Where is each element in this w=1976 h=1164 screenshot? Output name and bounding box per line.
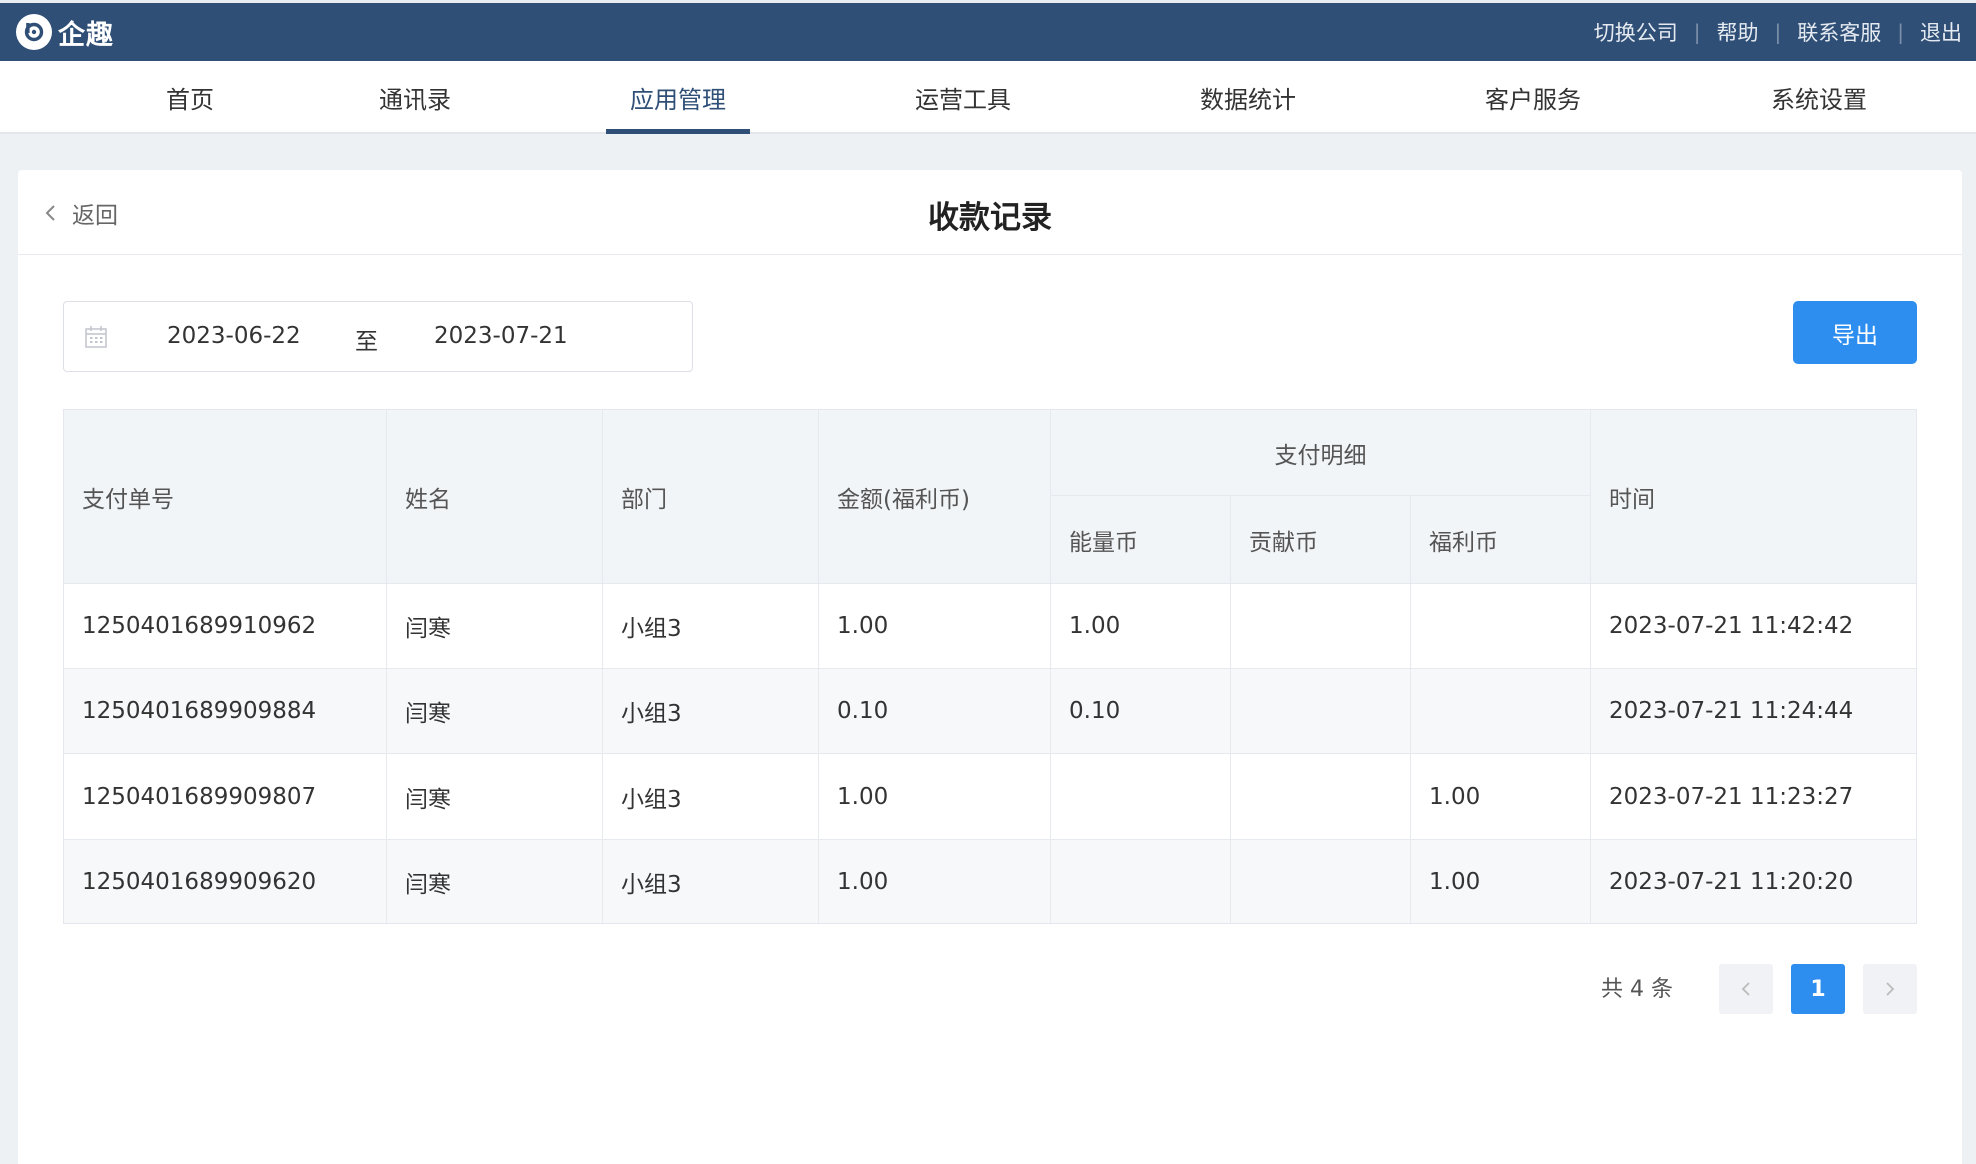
nav-item-app-management[interactable]: 应用管理 <box>606 61 750 134</box>
cell-energy-coin: 0.10 <box>1051 669 1231 753</box>
date-range-separator: 至 <box>355 329 378 355</box>
pagination-prev-button[interactable] <box>1719 964 1773 1014</box>
header-order-no: 支付单号 <box>64 410 387 583</box>
cell-amount: 0.10 <box>819 669 1051 753</box>
logout-link[interactable]: 退出 <box>1920 17 1962 47</box>
table-row: 1250401689910962 闫寒 小组3 1.00 1.00 2023-0… <box>64 583 1916 668</box>
pagination-page-button[interactable]: 1 <box>1791 964 1845 1014</box>
cell-dept: 小组3 <box>603 754 819 839</box>
cell-time: 2023-07-21 11:24:44 <box>1609 698 1854 724</box>
cell-time: 2023-07-21 11:23:27 <box>1609 783 1854 810</box>
main-card: 返回 收款记录 2023-06-22 至 2023-07-21 导出 支付单号 … <box>18 170 1962 1164</box>
cell-contribution-coin <box>1231 584 1411 668</box>
main-nav: 首页 通讯录 应用管理 运营工具 数据统计 客户服务 系统设置 <box>0 61 1976 134</box>
table-header: 支付单号 姓名 部门 金额(福利币) 支付明细 能量币 贡献币 福利币 时间 <box>64 410 1916 583</box>
cell-name: 闫寒 <box>387 840 603 923</box>
nav-item-operation-tools[interactable]: 运营工具 <box>900 61 1026 134</box>
nav-item-customer-service[interactable]: 客户服务 <box>1470 61 1596 134</box>
cell-dept: 小组3 <box>603 584 819 668</box>
nav-item-label: 运营工具 <box>915 86 1011 114</box>
cell-amount: 1.00 <box>819 840 1051 923</box>
app-name: 企趣 <box>58 19 114 51</box>
cell-contribution-coin <box>1231 754 1411 839</box>
logo-icon <box>16 14 52 50</box>
top-bar: 企趣 切换公司 | 帮助 | 联系客服 | 退出 <box>0 0 1976 61</box>
cell-time: 2023-07-21 11:42:42 <box>1609 613 1854 639</box>
pagination-total: 共 4 条 <box>1601 977 1673 1002</box>
divider: | <box>1897 20 1904 44</box>
cell-energy-coin <box>1051 754 1231 839</box>
cell-contribution-coin <box>1231 840 1411 923</box>
help-link[interactable]: 帮助 <box>1717 17 1759 47</box>
cell-time: 2023-07-21 11:20:20 <box>1609 868 1854 895</box>
cell-order-no: 1250401689910962 <box>64 584 387 668</box>
cell-welfare-coin <box>1411 669 1591 753</box>
header-name: 姓名 <box>387 410 603 583</box>
nav-item-system-settings[interactable]: 系统设置 <box>1756 61 1882 134</box>
start-date-input[interactable]: 2023-06-22 <box>167 323 301 349</box>
nav-item-contacts[interactable]: 通讯录 <box>360 61 470 134</box>
table-row: 1250401689909620 闫寒 小组3 1.00 1.00 2023-0… <box>64 839 1916 923</box>
end-date-input[interactable]: 2023-07-21 <box>434 323 568 349</box>
pagination-next-button[interactable] <box>1863 964 1917 1014</box>
table-row: 1250401689909884 闫寒 小组3 0.10 0.10 2023-0… <box>64 668 1916 753</box>
header-payment-detail: 支付明细 <box>1051 410 1591 496</box>
nav-item-label: 数据统计 <box>1200 86 1296 114</box>
header-energy-coin: 能量币 <box>1051 496 1231 583</box>
cell-dept: 小组3 <box>603 669 819 753</box>
cell-energy-coin <box>1051 840 1231 923</box>
cell-energy-coin: 1.00 <box>1051 584 1231 668</box>
cell-name: 闫寒 <box>387 584 603 668</box>
page-title: 收款记录 <box>928 200 1052 236</box>
chevron-right-icon <box>1886 982 1895 996</box>
nav-item-label: 应用管理 <box>630 86 726 114</box>
top-links: 切换公司 | 帮助 | 联系客服 | 退出 <box>1594 3 1962 61</box>
calendar-icon <box>85 326 107 348</box>
cell-order-no: 1250401689909807 <box>64 754 387 839</box>
cell-order-no: 1250401689909884 <box>64 669 387 753</box>
nav-item-label: 系统设置 <box>1771 86 1867 114</box>
chevron-left-icon <box>1741 982 1750 996</box>
switch-company-link[interactable]: 切换公司 <box>1594 17 1678 47</box>
cell-amount: 1.00 <box>819 754 1051 839</box>
table-row: 1250401689909807 闫寒 小组3 1.00 1.00 2023-0… <box>64 753 1916 839</box>
nav-item-label: 客户服务 <box>1485 86 1581 114</box>
cell-dept: 小组3 <box>603 840 819 923</box>
app-logo[interactable]: 企趣 <box>16 14 114 51</box>
header-contribution-coin: 贡献币 <box>1231 496 1411 583</box>
nav-item-label: 通讯录 <box>379 86 451 114</box>
nav-item-data-statistics[interactable]: 数据统计 <box>1185 61 1311 134</box>
header-dept: 部门 <box>603 410 819 583</box>
cell-welfare-coin: 1.00 <box>1411 754 1591 839</box>
header-welfare-coin: 福利币 <box>1411 496 1591 583</box>
nav-item-home[interactable]: 首页 <box>140 61 240 134</box>
export-button[interactable]: 导出 <box>1793 301 1917 364</box>
cell-contribution-coin <box>1231 669 1411 753</box>
cell-welfare-coin <box>1411 584 1591 668</box>
cell-order-no: 1250401689909620 <box>64 840 387 923</box>
contact-support-link[interactable]: 联系客服 <box>1797 17 1881 47</box>
cell-name: 闫寒 <box>387 754 603 839</box>
date-range-picker[interactable]: 2023-06-22 至 2023-07-21 <box>63 301 693 372</box>
cell-amount: 1.00 <box>819 584 1051 668</box>
header-amount: 金额(福利币) <box>819 410 1051 583</box>
header-time: 时间 <box>1609 486 1655 513</box>
nav-item-label: 首页 <box>166 86 214 114</box>
divider: | <box>1693 20 1701 44</box>
divider: | <box>1774 20 1782 44</box>
card-header: 返回 收款记录 <box>18 170 1962 255</box>
payment-records-table: 支付单号 姓名 部门 金额(福利币) 支付明细 能量币 贡献币 福利币 时间 1… <box>63 409 1917 924</box>
cell-name: 闫寒 <box>387 669 603 753</box>
cell-welfare-coin: 1.00 <box>1411 840 1591 923</box>
active-tab-indicator <box>606 129 750 134</box>
